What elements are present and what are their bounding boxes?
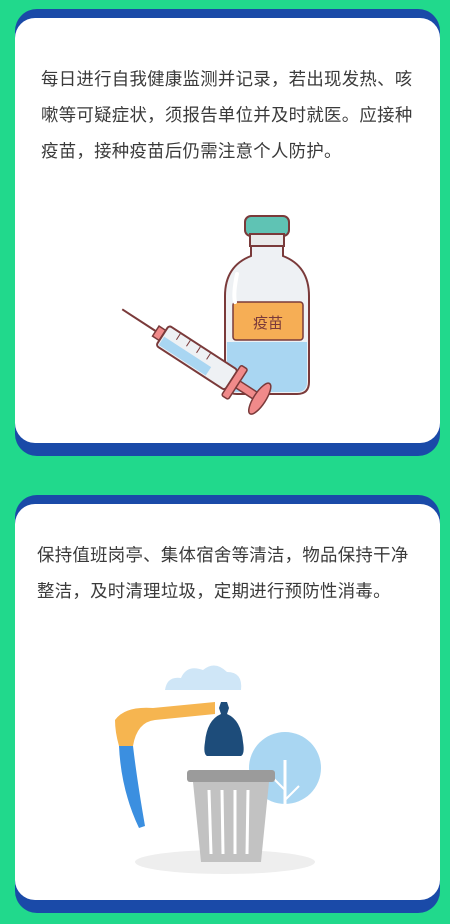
vaccine-label: 疫苗	[253, 314, 283, 332]
tip-text-cleaning: 保持值班岗亭、集体宿舍等清洁，物品保持干净整洁，及时清理垃圾，定期进行预防性消毒…	[37, 546, 409, 602]
tip-card-body: 每日进行自我健康监测并记录，若出现发热、咳嗽等可疑症状，须报告单位并及时就医。应…	[15, 18, 440, 443]
tip-card-cleaning: 保持值班岗亭、集体宿舍等清洁，物品保持干净整洁，及时清理垃圾，定期进行预防性消毒…	[15, 495, 440, 913]
vaccine-illustration: 疫苗	[121, 215, 310, 415]
tip-card-body: 保持值班岗亭、集体宿舍等清洁，物品保持干净整洁，及时清理垃圾，定期进行预防性消毒…	[15, 504, 440, 900]
tip-card-vaccine: 每日进行自我健康监测并记录，若出现发热、咳嗽等可疑症状，须报告单位并及时就医。应…	[15, 9, 440, 456]
trash-can-icon	[187, 770, 275, 862]
cloud-icon	[165, 665, 242, 690]
tip-text-health-monitoring: 每日进行自我健康监测并记录，若出现发热、咳嗽等可疑症状，须报告单位并及时就医。应…	[41, 70, 413, 162]
cleaning-illustration	[115, 665, 321, 874]
vaccine-bottle-icon: 疫苗	[224, 215, 310, 395]
